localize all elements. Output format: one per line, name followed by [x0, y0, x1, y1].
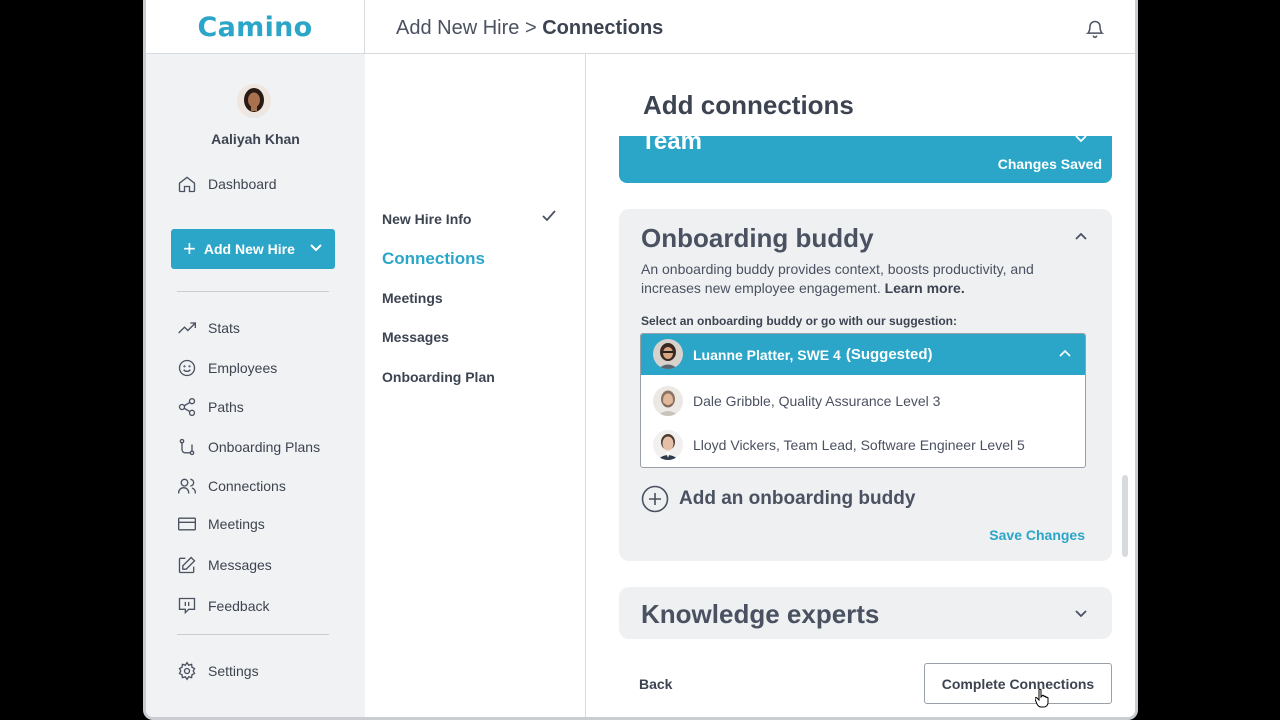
- sidebar: Aaliyah Khan Dashboard + Add New Hire St…: [146, 54, 365, 717]
- add-new-hire-label: Add New Hire: [203, 241, 295, 257]
- feedback-icon: [178, 597, 196, 615]
- sidebar-item-dashboard[interactable]: Dashboard: [177, 174, 277, 194]
- complete-connections-label: Complete Connections: [941, 675, 1095, 692]
- avatar: [653, 339, 683, 369]
- step-onboarding-plan[interactable]: Onboarding Plan: [382, 369, 495, 385]
- avatar: [653, 430, 683, 460]
- learn-more-link[interactable]: Learn more.: [885, 280, 965, 296]
- top-header: Camino Add New Hire > Connections: [146, 0, 1135, 54]
- step-meetings[interactable]: Meetings: [382, 290, 443, 306]
- add-new-hire-button[interactable]: + Add New Hire: [171, 229, 335, 269]
- sidebar-item-label: Dashboard: [208, 176, 277, 192]
- step-new-hire-info[interactable]: New Hire Info: [382, 211, 471, 227]
- onboarding-buddy-card: Onboarding buddy An onboarding buddy pro…: [619, 209, 1112, 561]
- breadcrumb-separator: >: [519, 17, 543, 39]
- camino-logo[interactable]: Camino: [198, 12, 313, 43]
- main-content: Add connections Team Changes Saved Onboa…: [587, 54, 1135, 717]
- knowledge-experts-card[interactable]: Knowledge experts: [619, 587, 1112, 639]
- step-connections[interactable]: Connections: [382, 249, 485, 269]
- sidebar-item-label: Settings: [208, 663, 259, 679]
- buddy-dropdown[interactable]: Luanne Platter, SWE 4 (Suggested) Dale G…: [640, 333, 1086, 468]
- select-buddy-label: Select an onboarding buddy or go with ou…: [641, 314, 957, 328]
- team-card[interactable]: Team Changes Saved: [619, 136, 1112, 183]
- sidebar-item-feedback[interactable]: Feedback: [177, 596, 269, 616]
- home-icon: [178, 176, 196, 193]
- sidebar-item-label: Paths: [208, 399, 244, 415]
- sidebar-item-settings[interactable]: Settings: [177, 661, 259, 681]
- sidebar-item-stats[interactable]: Stats: [177, 318, 240, 338]
- chevron-up-icon[interactable]: [1074, 229, 1088, 243]
- sidebar-item-label: Stats: [208, 320, 240, 336]
- logo-area: Camino: [146, 0, 365, 54]
- avatar[interactable]: [237, 84, 271, 118]
- breadcrumb-parent[interactable]: Add New Hire: [396, 17, 519, 39]
- users-icon: [178, 478, 196, 494]
- share-icon: [178, 398, 196, 416]
- chevron-down-icon[interactable]: [1074, 136, 1088, 146]
- breadcrumb: Add New Hire > Connections: [396, 17, 663, 40]
- user-name: Aaliyah Khan: [211, 131, 300, 147]
- buddy-dropdown-selected[interactable]: Luanne Platter, SWE 4 (Suggested): [641, 334, 1085, 375]
- trending-up-icon: [178, 322, 196, 334]
- add-onboarding-buddy-button[interactable]: Add an onboarding buddy: [641, 485, 915, 513]
- sidebar-item-label: Employees: [208, 360, 278, 376]
- sidebar-item-label: Messages: [208, 557, 272, 573]
- sidebar-item-messages[interactable]: Messages: [177, 555, 272, 575]
- chevron-down-icon[interactable]: [1074, 607, 1088, 621]
- plus-circle-icon: [641, 485, 669, 513]
- add-buddy-label: Add an onboarding buddy: [679, 488, 916, 509]
- buddy-description: An onboarding buddy provides context, bo…: [641, 260, 1071, 298]
- buddy-card-title: Onboarding buddy: [641, 223, 874, 253]
- buddy-option-label: Dale Gribble, Quality Assurance Level 3: [693, 393, 941, 409]
- save-changes-button[interactable]: Save Changes: [989, 527, 1085, 543]
- avatar: [653, 386, 683, 416]
- experts-card-title: Knowledge experts: [641, 599, 880, 629]
- buddy-description-text: An onboarding buddy provides context, bo…: [641, 261, 1034, 296]
- sidebar-item-label: Meetings: [208, 516, 265, 532]
- divider: [177, 291, 329, 292]
- complete-connections-button[interactable]: Complete Connections: [924, 663, 1112, 704]
- route-icon: [179, 438, 195, 456]
- gear-icon: [178, 661, 196, 681]
- pointer-cursor-icon: [1035, 688, 1049, 708]
- team-card-title: Team: [641, 136, 702, 155]
- breadcrumb-current: Connections: [542, 17, 664, 39]
- card-icon: [178, 517, 196, 531]
- chevron-up-icon: [1059, 349, 1071, 357]
- scrollbar[interactable]: [1122, 475, 1128, 557]
- edit-icon: [178, 556, 196, 574]
- buddy-option[interactable]: Dale Gribble, Quality Assurance Level 3: [641, 379, 1085, 423]
- step-messages[interactable]: Messages: [382, 329, 449, 345]
- sidebar-item-label: Feedback: [208, 598, 270, 614]
- app-window: Camino Add New Hire > Connections Aaliya…: [143, 0, 1138, 720]
- bell-icon[interactable]: [1085, 19, 1105, 39]
- sidebar-item-paths[interactable]: Paths: [177, 397, 244, 417]
- divider: [177, 634, 329, 635]
- sidebar-item-label: Connections: [208, 478, 286, 494]
- check-icon: [542, 210, 556, 222]
- suggested-tag: (Suggested): [845, 346, 933, 363]
- sidebar-item-onboarding-plans[interactable]: Onboarding Plans: [177, 437, 320, 457]
- sidebar-item-label: Onboarding Plans: [208, 439, 321, 455]
- buddy-option-label: Lloyd Vickers, Team Lead, Software Engin…: [693, 437, 1025, 453]
- sidebar-item-employees[interactable]: Employees: [177, 358, 277, 378]
- chevron-down-icon: [310, 244, 322, 252]
- buddy-option[interactable]: Lloyd Vickers, Team Lead, Software Engin…: [641, 423, 1085, 467]
- changes-saved-status: Changes Saved: [997, 156, 1102, 172]
- plus-icon: +: [183, 236, 196, 261]
- sidebar-item-meetings[interactable]: Meetings: [177, 514, 265, 534]
- selected-buddy-name: Luanne Platter, SWE 4: [693, 346, 841, 363]
- sidebar-item-connections[interactable]: Connections: [177, 476, 286, 496]
- steps-nav: New Hire Info Connections Meetings Messa…: [365, 54, 586, 717]
- back-button[interactable]: Back: [639, 676, 672, 692]
- page-title: Add connections: [643, 90, 854, 120]
- smile-icon: [178, 359, 196, 377]
